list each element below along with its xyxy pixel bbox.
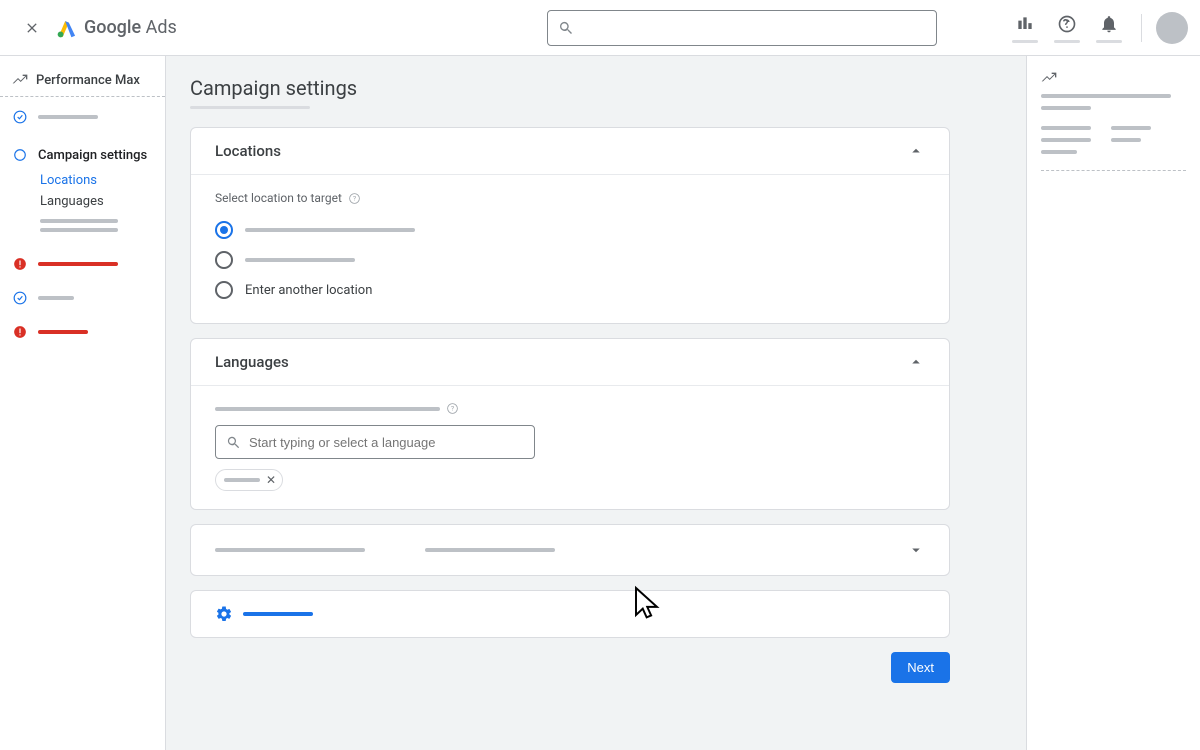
left-nav: Performance Max Campaign settings Locati… bbox=[0, 56, 166, 750]
close-icon bbox=[24, 20, 40, 36]
locations-card-header[interactable]: Locations bbox=[191, 128, 949, 174]
radio-icon bbox=[215, 251, 233, 269]
nav-step-complete[interactable] bbox=[0, 105, 165, 129]
chevron-up-icon bbox=[907, 353, 925, 371]
global-search-input[interactable] bbox=[582, 20, 758, 35]
svg-text:?: ? bbox=[353, 194, 356, 202]
location-option-enter-another[interactable]: Enter another location bbox=[215, 275, 925, 305]
close-button[interactable] bbox=[12, 8, 52, 48]
help-outline-icon[interactable]: ? bbox=[348, 192, 361, 205]
collapsed-card[interactable] bbox=[190, 524, 950, 576]
right-rail bbox=[1026, 56, 1200, 750]
brand-logo: Google Ads bbox=[56, 17, 177, 39]
radio-icon bbox=[215, 221, 233, 239]
vertical-separator bbox=[1141, 14, 1142, 42]
search-icon bbox=[226, 435, 241, 450]
trend-icon bbox=[12, 72, 28, 88]
global-search[interactable] bbox=[547, 10, 937, 46]
reports-icon bbox=[1015, 14, 1035, 34]
placeholder-group bbox=[40, 219, 165, 232]
check-circle-icon bbox=[13, 110, 27, 124]
location-option-label: Enter another location bbox=[245, 283, 372, 298]
nav-step-complete-2[interactable] bbox=[0, 286, 165, 310]
languages-card-header[interactable]: Languages bbox=[191, 339, 949, 385]
circle-outline-icon bbox=[13, 148, 27, 162]
nav-step-error-2[interactable] bbox=[0, 320, 165, 344]
title-underline bbox=[190, 106, 310, 109]
error-icon bbox=[13, 257, 27, 271]
languages-helper: ? bbox=[215, 402, 925, 415]
search-icon bbox=[558, 20, 574, 36]
language-search[interactable] bbox=[215, 425, 535, 459]
placeholder-text bbox=[245, 228, 415, 232]
language-search-input[interactable] bbox=[249, 435, 524, 450]
error-icon bbox=[13, 325, 27, 339]
more-settings-card[interactable] bbox=[190, 590, 950, 638]
help-button[interactable] bbox=[1049, 12, 1085, 43]
nav-step-campaign-settings[interactable]: Campaign settings bbox=[0, 143, 165, 167]
placeholder-text bbox=[245, 258, 355, 262]
check-circle-icon bbox=[13, 291, 27, 305]
google-ads-logo-icon bbox=[56, 17, 78, 39]
subnav-locations[interactable]: Locations bbox=[40, 173, 165, 188]
subnav-languages[interactable]: Languages bbox=[40, 194, 165, 209]
languages-card: Languages ? bbox=[190, 338, 950, 510]
location-option-2[interactable] bbox=[215, 245, 925, 275]
placeholder-group bbox=[215, 548, 555, 552]
brand-text: Google Ads bbox=[84, 17, 177, 38]
account-avatar[interactable] bbox=[1156, 12, 1188, 44]
page-title: Campaign settings bbox=[190, 76, 950, 100]
locations-card-title: Locations bbox=[215, 142, 281, 160]
svg-text:?: ? bbox=[451, 405, 454, 413]
dashed-separator bbox=[0, 96, 165, 97]
location-option-1[interactable] bbox=[215, 215, 925, 245]
radio-icon bbox=[215, 281, 233, 299]
reports-button[interactable] bbox=[1007, 12, 1043, 43]
next-button[interactable]: Next bbox=[891, 652, 950, 683]
chevron-down-icon bbox=[907, 541, 925, 559]
languages-card-title: Languages bbox=[215, 353, 289, 371]
bell-icon bbox=[1099, 14, 1119, 34]
gear-icon bbox=[215, 605, 233, 623]
chip-remove-icon[interactable]: ✕ bbox=[266, 473, 276, 487]
help-outline-icon[interactable]: ? bbox=[446, 402, 459, 415]
placeholder-text bbox=[38, 330, 88, 334]
locations-helper: Select location to target ? bbox=[215, 191, 925, 205]
placeholder-text bbox=[38, 296, 74, 300]
campaign-type-header: Performance Max bbox=[0, 68, 165, 96]
main-content: Campaign settings Locations Select locat… bbox=[166, 56, 1026, 750]
placeholder-text bbox=[38, 115, 98, 119]
chevron-up-icon bbox=[907, 142, 925, 160]
placeholder-text bbox=[224, 478, 260, 482]
nav-step-error-1[interactable] bbox=[0, 252, 165, 276]
language-chip[interactable]: ✕ bbox=[215, 469, 283, 491]
help-icon bbox=[1057, 14, 1077, 34]
top-bar: Google Ads bbox=[0, 0, 1200, 56]
trend-icon bbox=[1041, 70, 1057, 86]
locations-card: Locations Select location to target ? bbox=[190, 127, 950, 324]
placeholder-text bbox=[243, 612, 313, 616]
placeholder-text bbox=[38, 262, 118, 266]
notifications-button[interactable] bbox=[1091, 12, 1127, 43]
